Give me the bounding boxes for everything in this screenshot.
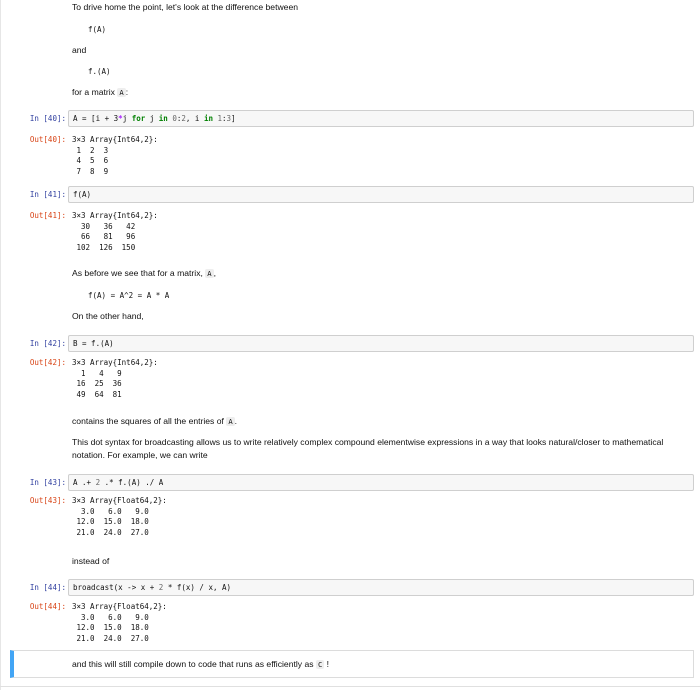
code-token: broadcast(x -> x +: [73, 583, 159, 592]
markdown-contains-squares: contains the squares of all the entries …: [72, 415, 237, 429]
inline-code-A: A: [205, 269, 214, 278]
code-token: * f(x) / x, A): [163, 583, 232, 592]
for-matrix-text: for a matrix: [72, 87, 115, 97]
code-token: A .+: [73, 478, 96, 487]
notebook-left-border: [0, 0, 1, 690]
code-token: j: [145, 114, 159, 123]
markdown-for-matrix: for a matrix A:: [72, 86, 128, 100]
input-prompt-40: In [40]:: [29, 114, 66, 123]
output-prompt-41: Out[41]:: [29, 211, 66, 220]
code-keyword-in: in: [203, 114, 213, 123]
code-cell-41-input[interactable]: f(A): [68, 186, 694, 203]
notebook: To drive home the point, let's look at t…: [0, 0, 700, 690]
output-prompt-42: Out[42]:: [29, 358, 66, 367]
code-cell-40-input[interactable]: A = [i + 3*j for j in 0:2, i in 1:3]: [68, 110, 694, 127]
output-43: 3×3 Array{Float64,2}: 3.0 6.0 9.0 12.0 1…: [72, 496, 167, 537]
inline-code-A: A: [226, 417, 235, 426]
code-token: ]: [231, 114, 236, 123]
code-token: A = [i + 3: [73, 114, 119, 123]
markdown-intro-line: To drive home the point, let's look at t…: [72, 2, 299, 12]
code-token: j: [122, 114, 132, 123]
inline-code-A: A: [117, 88, 126, 97]
markdown-instead-of: instead of: [72, 556, 110, 566]
code-token: , i: [185, 114, 204, 123]
output-44: 3×3 Array{Float64,2}: 3.0 6.0 9.0 12.0 1…: [72, 602, 167, 643]
bottom-divider: [0, 686, 700, 687]
input-prompt-41: In [41]:: [29, 190, 66, 199]
input-prompt-42: In [42]:: [29, 339, 66, 348]
code-cell-43-input[interactable]: A .+ 2 .* f.(A) ./ A: [68, 474, 694, 491]
period-text: .: [234, 416, 238, 426]
markdown-code-f-dot-A: f.(A): [88, 67, 111, 76]
contains-text: contains the squares of all the entries …: [72, 416, 224, 426]
output-42: 3×3 Array{Int64,2}: 1 4 9 16 25 36 49 64…: [72, 358, 158, 399]
inline-code-C: C: [315, 660, 325, 669]
output-40: 3×3 Array{Int64,2}: 1 2 3 4 5 6 7 8 9: [72, 135, 158, 176]
exclamation-text: !: [326, 659, 330, 669]
markdown-dot-syntax: This dot syntax for broadcasting allows …: [72, 437, 664, 460]
markdown-code-f-A-squared: f(A) = A^2 = A * A: [88, 291, 170, 300]
code-token: B = f.(A): [73, 339, 114, 348]
as-before-text: As before we see that for a matrix,: [72, 268, 203, 278]
markdown-and: and: [72, 45, 87, 55]
output-prompt-44: Out[44]:: [29, 602, 66, 611]
markdown-other-hand: On the other hand,: [72, 311, 144, 321]
markdown-code-f-A: f(A): [88, 25, 107, 34]
code-cell-44-input[interactable]: broadcast(x -> x + 2 * f(x) / x, A): [68, 579, 694, 596]
code-token: .* f.(A) ./ A: [100, 478, 164, 487]
code-cell-42-input[interactable]: B = f.(A): [68, 335, 694, 352]
colon-text: :: [125, 87, 129, 97]
code-keyword-for: for: [131, 114, 146, 123]
output-prompt-40: Out[40]:: [29, 135, 66, 144]
input-prompt-43: In [43]:: [29, 478, 66, 487]
output-41: 3×3 Array{Int64,2}: 30 36 42 66 81 96 10…: [72, 211, 158, 252]
code-keyword-in: in: [158, 114, 168, 123]
comma-text: ,: [213, 268, 216, 278]
input-prompt-44: In [44]:: [29, 583, 66, 592]
compile-down-text: and this will still compile down to code…: [72, 659, 314, 669]
markdown-compile-down: and this will still compile down to code…: [72, 658, 329, 672]
output-prompt-43: Out[43]:: [29, 496, 66, 505]
markdown-as-before: As before we see that for a matrix, A,: [72, 267, 216, 281]
